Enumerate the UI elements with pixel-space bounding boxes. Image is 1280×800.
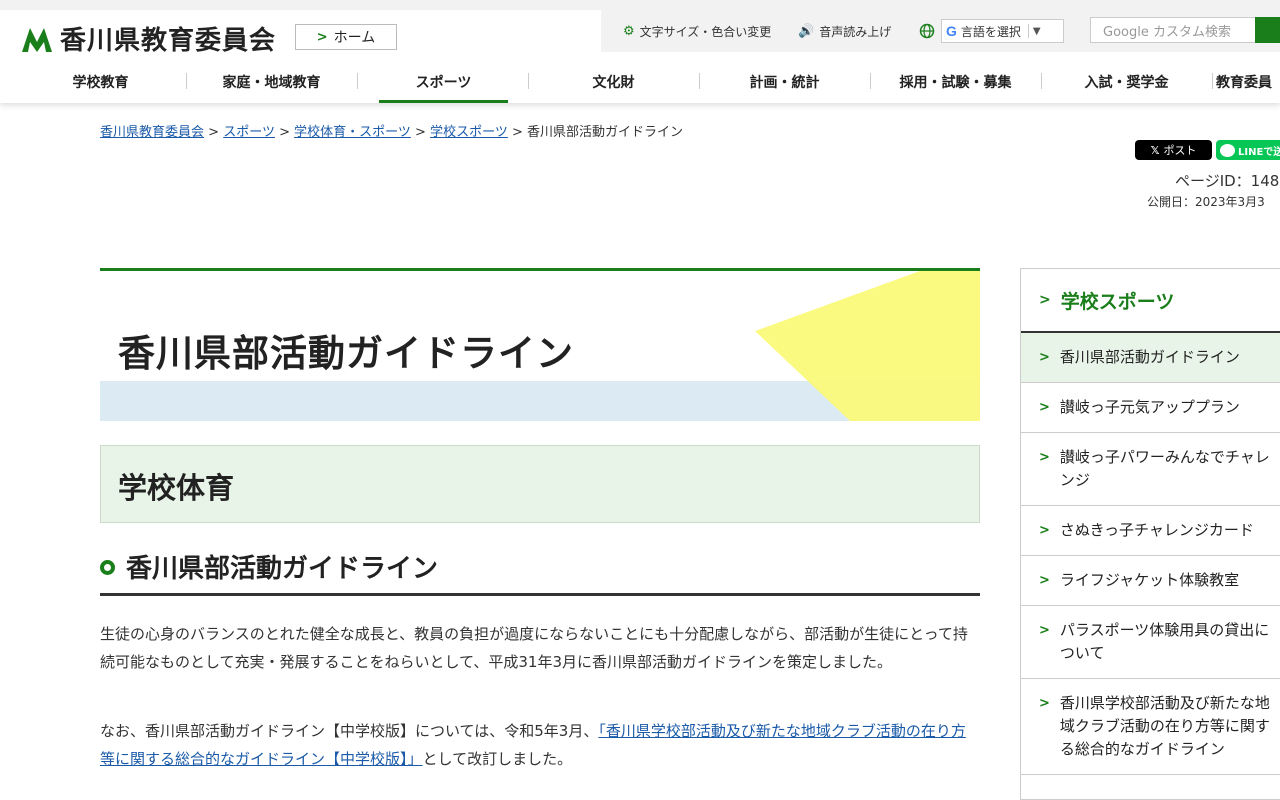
page-title: 香川県部活動ガイドライン <box>118 332 574 375</box>
top-strip <box>0 0 1280 10</box>
side-nav-item[interactable]: > 讃岐っ子パワーみんなでチャレンジ <box>1021 433 1280 506</box>
caret-down-icon: ▼ <box>1032 25 1041 37</box>
breadcrumb-sep: > <box>415 125 426 140</box>
language-select[interactable]: G 言語を選択 ▼ <box>941 19 1064 43</box>
divider <box>1027 24 1029 38</box>
side-nav-item-label: ライフジャケット体験教室 <box>1059 571 1240 589</box>
page-title-block: 香川県部活動ガイドライン <box>100 268 980 421</box>
home-label: ホーム <box>333 30 376 46</box>
text-size-label: 文字サイズ・色合い変更 <box>639 25 772 39</box>
chevron-right-icon: > <box>1039 696 1050 711</box>
side-nav-item-label: 讃岐っ子パワーみんなでチャレンジ <box>1059 448 1270 489</box>
chevron-right-icon: > <box>1039 523 1050 538</box>
side-nav-item-label: 香川県部活動ガイドライン <box>1059 348 1240 366</box>
globe-icon <box>919 23 935 39</box>
nav-item-plans-statistics[interactable]: 計画・統計 <box>699 60 870 103</box>
nav-item-school-education[interactable]: 学校教育 <box>15 60 186 103</box>
side-nav-item-label: 香川県学校部活動及び新たな地域クラブ活動の在り方等に関する総合的なガイドライン <box>1059 694 1270 758</box>
side-nav-item[interactable]: > 香川県学校部活動及び新たな地域クラブ活動の在り方等に関する総合的なガイドライ… <box>1021 679 1280 775</box>
side-nav-item-label: 讃岐っ子元気アッププラン <box>1059 398 1240 416</box>
nav-item-cultural-property[interactable]: 文化財 <box>528 60 699 103</box>
search-input[interactable]: Google カスタム検索 <box>1090 17 1256 43</box>
line-share-label: LINEで送る <box>1238 146 1280 158</box>
side-nav-item[interactable]: > パラスポーツ体験用具の貸出について <box>1021 606 1280 679</box>
x-logo-icon: 𝕏 <box>1150 143 1160 157</box>
chevron-right-icon: > <box>316 29 328 45</box>
language-label: 言語を選択 <box>960 24 1021 39</box>
page-id: ページID：148 <box>1175 172 1280 190</box>
line-share-button[interactable]: LINEで送る <box>1216 140 1280 160</box>
side-nav-item-label: パラスポーツ体験用具の貸出について <box>1059 621 1270 662</box>
nav-item-sports[interactable]: スポーツ <box>379 60 508 103</box>
side-nav-item-label: さぬきっ子チャレンジカード <box>1059 521 1254 539</box>
speaker-icon: 🔊 <box>798 24 815 39</box>
nav-divider <box>357 73 358 89</box>
home-button[interactable]: > ホーム <box>295 24 397 50</box>
chevron-right-icon: > <box>1039 400 1050 415</box>
category-heading: 学校体育 <box>118 471 235 505</box>
breadcrumb-sep: > <box>208 125 220 140</box>
side-nav-item[interactable]: > 香川県部活動ガイドライン <box>1021 333 1280 383</box>
breadcrumb-link[interactable]: 学校スポーツ <box>430 125 508 140</box>
breadcrumb-link[interactable]: スポーツ <box>223 125 275 140</box>
breadcrumb-sep: > <box>279 125 290 140</box>
search-button[interactable] <box>1255 17 1280 43</box>
nav-item-family-community[interactable]: 家庭・地域教育 <box>186 60 357 103</box>
text-size-color-link[interactable]: ⚙ 文字サイズ・色合い変更 <box>623 23 771 40</box>
side-nav-item[interactable]: > さぬきっ子チャレンジカード <box>1021 506 1280 556</box>
x-post-button[interactable]: 𝕏 ポスト <box>1135 140 1212 160</box>
category-heading-box: 学校体育 <box>100 445 980 523</box>
side-nav-item[interactable]: > ライフジャケット体験教室 <box>1021 556 1280 606</box>
chevron-right-icon: > <box>1039 292 1051 308</box>
search-placeholder: Google カスタム検索 <box>1103 24 1231 40</box>
nav-item-board[interactable]: 教育委員 <box>1216 60 1280 103</box>
section-heading-text: 香川県部活動ガイドライン <box>126 554 439 584</box>
breadcrumb-link[interactable]: 学校体育・スポーツ <box>294 125 411 140</box>
side-nav: > 学校スポーツ > 香川県部活動ガイドライン > 讃岐っ子元気アッププラン >… <box>1020 268 1280 800</box>
x-post-label: ポスト <box>1163 144 1197 157</box>
read-aloud-label: 音声読み上げ <box>819 25 892 39</box>
publish-date: 公開日：2023年3月3 <box>1147 195 1265 209</box>
line-logo-icon <box>1220 143 1235 157</box>
body-paragraph: なお、香川県部活動ガイドライン【中学校版】については、令和5年3月、「香川県学校… <box>100 717 980 773</box>
breadcrumb-sep: > <box>511 125 523 140</box>
section-heading: 香川県部活動ガイドライン <box>100 548 980 596</box>
nav-item-entrance-scholarship[interactable]: 入試・奨学金 <box>1041 60 1212 103</box>
body-paragraph: 生徒の心身のバランスのとれた健全な成長と、教員の負担が過度にならないことにも十分… <box>100 625 968 671</box>
utility-bar: ⚙ 文字サイズ・色合い変更 🔊 音声読み上げ G 言語を選択 ▼ Google … <box>601 10 1280 52</box>
read-aloud-link[interactable]: 🔊 音声読み上げ <box>798 23 891 40</box>
side-nav-item[interactable]: > 讃岐っ子元気アッププラン <box>1021 383 1280 433</box>
breadcrumb-current: 香川県部活動ガイドライン <box>527 125 684 140</box>
site-name: 香川県教育委員会 <box>60 26 277 56</box>
side-nav-title[interactable]: > 学校スポーツ <box>1021 269 1280 333</box>
site-header: 香川県教育委員会 > ホーム ⚙ 文字サイズ・色合い変更 🔊 音声読み上げ G … <box>0 0 1280 103</box>
side-nav-title-label: 学校スポーツ <box>1060 290 1175 313</box>
breadcrumb: 香川県教育委員会 > スポーツ > 学校体育・スポーツ > 学校スポーツ > 香… <box>100 121 683 140</box>
global-nav: 学校教育 家庭・地域教育 スポーツ 文化財 計画・統計 採用・試験・募集 入試・… <box>0 60 1280 103</box>
kagawa-emblem-icon <box>22 27 52 52</box>
chevron-right-icon: > <box>1039 350 1050 365</box>
google-g-icon: G <box>946 23 957 39</box>
nav-divider <box>1212 73 1213 89</box>
breadcrumb-link[interactable]: 香川県教育委員会 <box>100 125 204 140</box>
paragraph-text: なお、香川県部活動ガイドライン【中学校版】については、令和5年3月、 <box>100 722 599 740</box>
site-logo[interactable]: 香川県教育委員会 <box>20 20 276 57</box>
chevron-right-icon: > <box>1039 573 1050 588</box>
gear-icon: ⚙ <box>623 24 635 39</box>
bullet-circle-icon <box>100 560 115 575</box>
chevron-right-icon: > <box>1039 450 1050 465</box>
paragraph-text: として改訂しました。 <box>422 750 573 768</box>
nav-item-recruitment[interactable]: 採用・試験・募集 <box>870 60 1041 103</box>
chevron-right-icon: > <box>1039 623 1050 638</box>
